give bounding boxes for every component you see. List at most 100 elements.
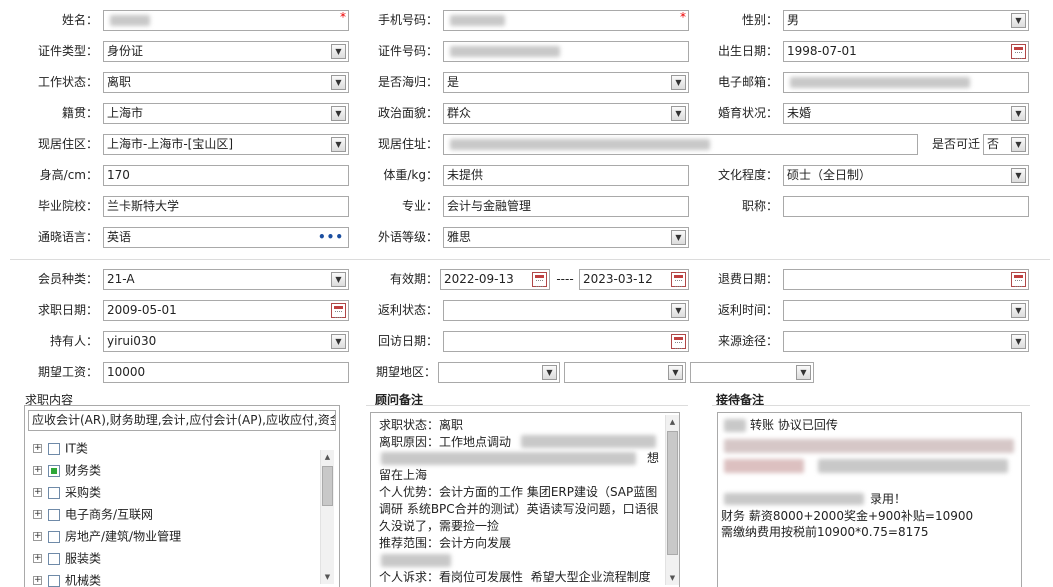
- lang-level-select[interactable]: 雅思 ▼: [443, 227, 689, 248]
- major-input[interactable]: 会计与金融管理: [443, 196, 689, 217]
- expand-icon[interactable]: +: [33, 532, 42, 541]
- region-province-select[interactable]: ▼: [438, 362, 560, 383]
- expand-icon[interactable]: +: [33, 466, 42, 475]
- job-date-input[interactable]: 2009-05-01: [103, 300, 349, 321]
- email-input[interactable]: [783, 72, 1029, 93]
- tree-item-realestate[interactable]: + 房地产/建筑/物业管理: [33, 526, 181, 546]
- visit-date-input[interactable]: [443, 331, 689, 352]
- id-type-select[interactable]: 身份证 ▼: [103, 41, 349, 62]
- chevron-down-icon[interactable]: ▼: [671, 106, 686, 121]
- rebate-status-select[interactable]: ▼: [443, 300, 689, 321]
- chevron-down-icon[interactable]: ▼: [671, 230, 686, 245]
- chevron-down-icon[interactable]: ▼: [1011, 303, 1026, 318]
- chevron-down-icon[interactable]: ▼: [668, 365, 683, 380]
- chevron-down-icon[interactable]: ▼: [542, 365, 557, 380]
- calendar-icon[interactable]: [671, 334, 686, 349]
- valid-to-input[interactable]: 2023-03-12: [579, 269, 689, 290]
- checkbox[interactable]: [48, 530, 60, 543]
- scroll-down-icon[interactable]: ▼: [321, 570, 334, 584]
- chevron-down-icon[interactable]: ▼: [671, 75, 686, 90]
- expand-icon[interactable]: +: [33, 576, 42, 585]
- chevron-down-icon[interactable]: ▼: [796, 365, 811, 380]
- education-select[interactable]: 硕士（全日制） ▼: [783, 165, 1029, 186]
- chevron-down-icon[interactable]: ▼: [331, 75, 346, 90]
- birth-date-input[interactable]: 1998-07-01: [783, 41, 1029, 62]
- overseas-select[interactable]: 是 ▼: [443, 72, 689, 93]
- weight-input[interactable]: 未提供: [443, 165, 689, 186]
- rentable-label: 是否可迁: [931, 137, 980, 151]
- chevron-down-icon[interactable]: ▼: [1011, 137, 1026, 152]
- refund-date-input[interactable]: [783, 269, 1029, 290]
- expand-icon[interactable]: +: [33, 488, 42, 497]
- origin-select[interactable]: 上海市 ▼: [103, 103, 349, 124]
- region-district-select[interactable]: ▼: [690, 362, 814, 383]
- tree-item-finance[interactable]: + 财务类: [33, 460, 101, 480]
- chevron-down-icon[interactable]: ▼: [1011, 106, 1026, 121]
- chevron-down-icon[interactable]: ▼: [331, 44, 346, 59]
- expand-icon[interactable]: +: [33, 554, 42, 563]
- rentable-select[interactable]: 否 ▼: [983, 134, 1029, 155]
- chevron-down-icon[interactable]: ▼: [331, 137, 346, 152]
- political-select[interactable]: 群众 ▼: [443, 103, 689, 124]
- id-no-input[interactable]: [443, 41, 689, 62]
- checkbox[interactable]: [48, 552, 60, 565]
- phone-input[interactable]: [443, 10, 689, 31]
- chevron-down-icon[interactable]: ▼: [1011, 13, 1026, 28]
- chevron-down-icon[interactable]: ▼: [1011, 334, 1026, 349]
- advisor-scrollbar[interactable]: ▲ ▼: [665, 415, 679, 585]
- checkbox[interactable]: [48, 442, 60, 455]
- calendar-icon[interactable]: [331, 303, 346, 318]
- advisor-notes-textarea[interactable]: 求职状态：离职 离职原因：工作地点调动 想 留在上海 个人优势：会计方面的工作 …: [370, 412, 680, 587]
- tree-item-ecommerce[interactable]: + 电子商务/互联网: [33, 504, 153, 524]
- advisor-line-6: 久没说了，需要捡一捡: [379, 519, 500, 533]
- language-input[interactable]: 英语 •••: [103, 227, 349, 248]
- name-input[interactable]: [103, 10, 349, 31]
- member-type-label: 会员种类：: [37, 272, 98, 286]
- marital-select[interactable]: 未婚 ▼: [783, 103, 1029, 124]
- checkbox[interactable]: [48, 464, 60, 477]
- calendar-icon[interactable]: [671, 272, 686, 287]
- checkbox[interactable]: [48, 574, 60, 587]
- tree-scrollbar[interactable]: ▲ ▼: [320, 450, 334, 584]
- expand-icon[interactable]: +: [33, 510, 42, 519]
- member-type-select[interactable]: 21-A ▼: [103, 269, 349, 290]
- height-input[interactable]: 170: [103, 165, 349, 186]
- job-summary-input[interactable]: 应收会计(AR),财务助理,会计,应付会计(AP),应收应付,资金: [28, 410, 336, 431]
- scroll-thumb[interactable]: [667, 431, 678, 555]
- source-select[interactable]: ▼: [783, 331, 1029, 352]
- scroll-thumb[interactable]: [322, 466, 333, 506]
- checkbox[interactable]: [48, 508, 60, 521]
- checkbox[interactable]: [48, 486, 60, 499]
- rebate-time-select[interactable]: ▼: [783, 300, 1029, 321]
- title-input[interactable]: [783, 196, 1029, 217]
- scroll-up-icon[interactable]: ▲: [666, 415, 679, 429]
- tree-item-machinery[interactable]: + 机械类: [33, 570, 101, 587]
- gender-select[interactable]: 男 ▼: [783, 10, 1029, 31]
- holder-select[interactable]: yirui030 ▼: [103, 331, 349, 352]
- work-status-select[interactable]: 离职 ▼: [103, 72, 349, 93]
- tree-item-it[interactable]: + IT类: [33, 438, 88, 458]
- valid-from-input[interactable]: 2022-09-13: [440, 269, 550, 290]
- chevron-down-icon[interactable]: ▼: [1011, 168, 1026, 183]
- calendar-icon[interactable]: [1011, 44, 1026, 59]
- salary-input[interactable]: 10000: [103, 362, 349, 383]
- chevron-down-icon[interactable]: ▼: [671, 303, 686, 318]
- tree-item-purchase[interactable]: + 采购类: [33, 482, 101, 502]
- scroll-up-icon[interactable]: ▲: [321, 450, 334, 464]
- political-value: 群众: [447, 106, 472, 120]
- residence-area-select[interactable]: 上海市-上海市-[宝山区] ▼: [103, 134, 349, 155]
- chevron-down-icon[interactable]: ▼: [331, 334, 346, 349]
- calendar-icon[interactable]: [1011, 272, 1026, 287]
- region-city-select[interactable]: ▼: [564, 362, 686, 383]
- school-input[interactable]: 兰卡斯特大学: [103, 196, 349, 217]
- chevron-down-icon[interactable]: ▼: [331, 272, 346, 287]
- reception-notes-textarea[interactable]: 转账 协议已回传 录用！ 财务 薪资8000+2000奖金+900补贴=1090…: [717, 412, 1022, 587]
- phone-label: 手机号码：: [377, 13, 438, 27]
- expand-icon[interactable]: +: [33, 444, 42, 453]
- more-icon[interactable]: •••: [318, 228, 344, 247]
- tree-item-apparel[interactable]: + 服装类: [33, 548, 101, 568]
- calendar-icon[interactable]: [532, 272, 547, 287]
- address-input[interactable]: [443, 134, 918, 155]
- chevron-down-icon[interactable]: ▼: [331, 106, 346, 121]
- scroll-down-icon[interactable]: ▼: [666, 571, 679, 585]
